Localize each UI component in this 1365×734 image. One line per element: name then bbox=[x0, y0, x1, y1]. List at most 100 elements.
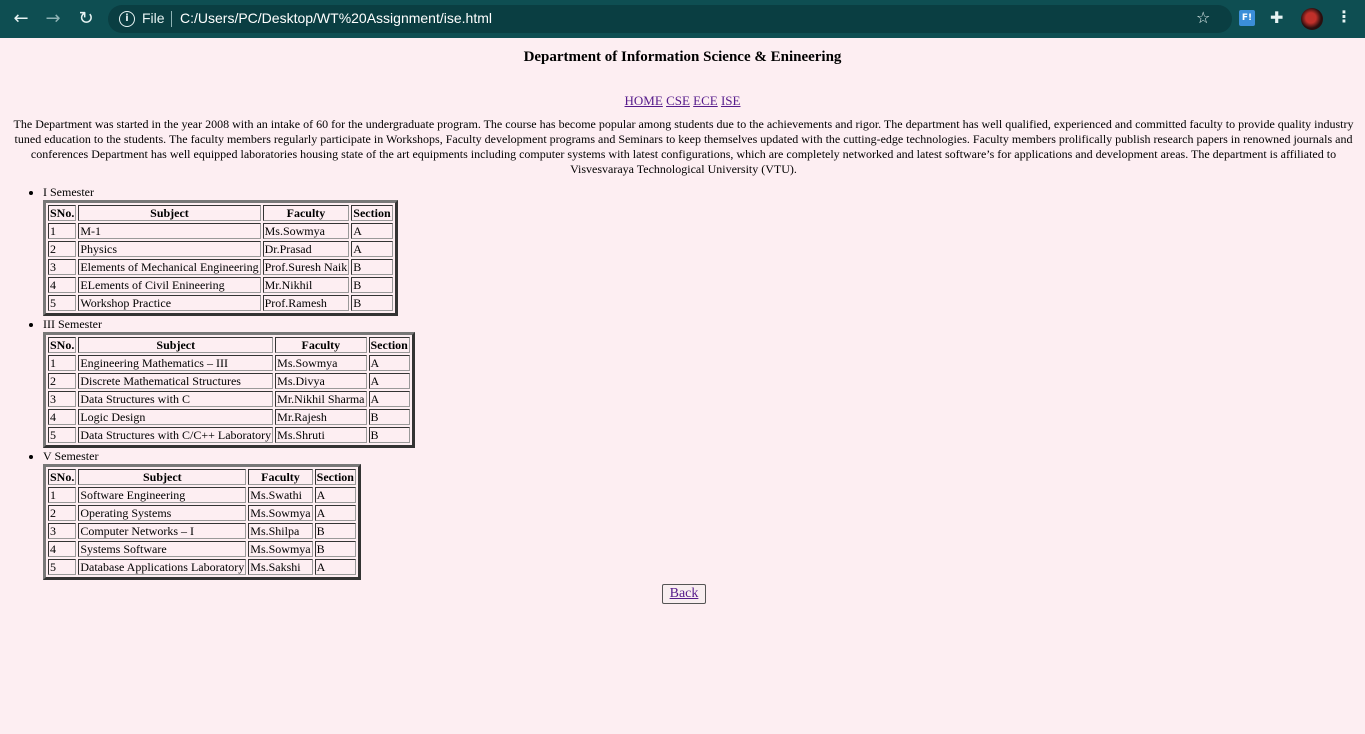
table-row: 4 ELements of Civil Enineering Mr.Nikhil B bbox=[48, 277, 393, 293]
semester-table: SNo. Subject Faculty Section 1 M-1 Ms.Sowmya A 2… bbox=[43, 200, 398, 316]
forward-arrow-icon[interactable]: → bbox=[42, 8, 64, 30]
table-cell: Physics bbox=[78, 241, 261, 257]
table-cell: A bbox=[368, 355, 410, 371]
avatar[interactable] bbox=[1301, 8, 1323, 30]
table-cell: Ms.Sakshi bbox=[248, 559, 313, 575]
kebab-menu-icon[interactable]: ⋮ bbox=[1336, 7, 1352, 26]
back-link[interactable]: Back bbox=[670, 586, 699, 601]
nav-link-home[interactable]: HOME bbox=[625, 93, 663, 108]
semester-label: III Semester bbox=[43, 317, 102, 331]
table-cell: A bbox=[314, 559, 356, 575]
table-cell: A bbox=[314, 505, 356, 521]
table-cell: A bbox=[368, 373, 410, 389]
semester-table: SNo. Subject Faculty Section 1 Engineering Ma… bbox=[43, 332, 415, 448]
table-cell: Computer Networks – I bbox=[78, 523, 247, 539]
table-cell: 1 bbox=[48, 487, 77, 503]
table-row: 4 Logic Design Mr.Rajesh B bbox=[48, 409, 410, 425]
url-text[interactable]: C:/Users/PC/Desktop/WT%20Assignment/ise.… bbox=[180, 10, 492, 26]
table-cell: Ms.Swathi bbox=[248, 487, 313, 503]
column-header: Subject bbox=[78, 337, 274, 353]
table-row: 2 Operating Systems Ms.Sowmya A bbox=[48, 505, 356, 521]
back-arrow-icon[interactable]: ← bbox=[10, 8, 32, 30]
intro-paragraph: The Department was started in the year 2… bbox=[13, 117, 1354, 176]
separator bbox=[171, 11, 172, 27]
semester-item: III Semester SNo.SubjectFacultySection 1En… bbox=[43, 316, 415, 448]
table-header-row: SNo. Subject Faculty Section bbox=[48, 337, 410, 353]
table-row: 5 Workshop Practice Prof.Ramesh B bbox=[48, 295, 393, 311]
puzzle-icon[interactable]: ✚ bbox=[1270, 8, 1283, 27]
column-header: Faculty bbox=[262, 205, 350, 221]
table-cell: B bbox=[351, 277, 393, 293]
nav-links: HOME CSE ECE ISE bbox=[0, 93, 1365, 109]
table-cell: 2 bbox=[48, 373, 77, 389]
column-header: Section bbox=[368, 337, 410, 353]
column-header: SNo. bbox=[48, 337, 77, 353]
reload-icon[interactable]: ↻ bbox=[75, 8, 97, 30]
table-cell: B bbox=[368, 409, 410, 425]
nav-link-ise[interactable]: ISE bbox=[721, 93, 741, 108]
column-header: Section bbox=[314, 469, 356, 485]
table-cell: B bbox=[314, 523, 356, 539]
table-cell: 1 bbox=[48, 223, 77, 239]
column-header: SNo. bbox=[48, 469, 77, 485]
table-row: 1 Engineering Mathematics – III Ms.Sowmya A bbox=[48, 355, 410, 371]
table-row: 4 Systems Software Ms.Sowmya B bbox=[48, 541, 356, 557]
info-icon[interactable]: i bbox=[119, 11, 135, 27]
table-cell: Mr.Nikhil bbox=[262, 277, 350, 293]
table-cell: 4 bbox=[48, 277, 77, 293]
table-cell: Prof.Suresh Naik bbox=[262, 259, 350, 275]
table-cell: Ms.Sowmya bbox=[248, 505, 313, 521]
table-cell: Data Structures with C bbox=[78, 391, 274, 407]
table-cell: Dr.Prasad bbox=[262, 241, 350, 257]
table-cell: Ms.Shruti bbox=[275, 427, 367, 443]
table-cell: M-1 bbox=[78, 223, 261, 239]
table-cell: 1 bbox=[48, 355, 77, 371]
column-header: Faculty bbox=[248, 469, 313, 485]
table-header-row: SNo. Subject Faculty Section bbox=[48, 205, 393, 221]
table-cell: Ms.Sowmya bbox=[262, 223, 350, 239]
table-cell: Mr.Nikhil Sharma bbox=[275, 391, 367, 407]
page-title: Department of Information Science & Enin… bbox=[523, 49, 842, 65]
table-cell: Data Structures with C/C++ Laboratory bbox=[78, 427, 274, 443]
table-cell: B bbox=[314, 541, 356, 557]
table-cell: Engineering Mathematics – III bbox=[78, 355, 274, 371]
table-cell: Software Engineering bbox=[78, 487, 247, 503]
table-cell: 5 bbox=[48, 295, 77, 311]
table-cell: Ms.Sowmya bbox=[275, 355, 367, 371]
table-cell: Ms.Divya bbox=[275, 373, 367, 389]
column-header: SNo. bbox=[48, 205, 77, 221]
extension-icon[interactable]: F! bbox=[1239, 10, 1255, 26]
table-cell: 3 bbox=[48, 523, 77, 539]
nav-link-cse[interactable]: CSE bbox=[666, 93, 690, 108]
column-header: Section bbox=[351, 205, 393, 221]
table-cell: A bbox=[351, 241, 393, 257]
table-cell: 4 bbox=[48, 409, 77, 425]
table-header-row: SNo. Subject Faculty Section bbox=[48, 469, 356, 485]
table-cell: A bbox=[368, 391, 410, 407]
table-cell: Discrete Mathematical Structures bbox=[78, 373, 274, 389]
column-header: Subject bbox=[78, 469, 247, 485]
semester-label: I Semester bbox=[43, 185, 94, 199]
semester-list: I SemesterSNo.SubjectFacultySection1M-1M… bbox=[0, 184, 415, 580]
table-row: 2 Physics Dr.Prasad A bbox=[48, 241, 393, 257]
address-bar[interactable]: i File C:/Users/PC/Desktop/WT%20Assignme… bbox=[108, 5, 1232, 33]
nav-link-ece[interactable]: ECE bbox=[693, 93, 718, 108]
table-cell: Prof.Ramesh bbox=[262, 295, 350, 311]
table-row: 3 Computer Networks – I Ms.Shilpa B bbox=[48, 523, 356, 539]
table-cell: Systems Software bbox=[78, 541, 247, 557]
table-row: 3 Elements of Mechanical Engineering Prof.… bbox=[48, 259, 393, 275]
table-cell: A bbox=[351, 223, 393, 239]
back-button[interactable]: Back bbox=[662, 584, 706, 604]
semester-item: V Semester SNo.SubjectFacultySection 1Soft… bbox=[43, 448, 415, 580]
table-cell: ELements of Civil Enineering bbox=[78, 277, 261, 293]
table-row: 5 Data Structures with C/C++ Laboratory Ms… bbox=[48, 427, 410, 443]
table-cell: 2 bbox=[48, 241, 77, 257]
table-row: 3 Data Structures with C Mr.Nikhil Sharma A bbox=[48, 391, 410, 407]
table-cell: B bbox=[351, 295, 393, 311]
table-cell: Logic Design bbox=[78, 409, 274, 425]
table-cell: Operating Systems bbox=[78, 505, 247, 521]
star-icon[interactable]: ☆ bbox=[1196, 8, 1210, 27]
table-row: 1 M-1 Ms.Sowmya A bbox=[48, 223, 393, 239]
table-cell: B bbox=[351, 259, 393, 275]
table-cell: 3 bbox=[48, 259, 77, 275]
